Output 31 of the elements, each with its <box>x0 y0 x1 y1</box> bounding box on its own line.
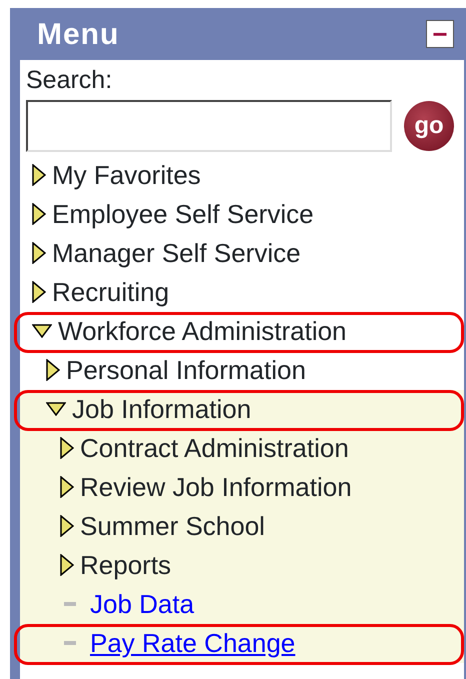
collapsed-triangle-icon[interactable] <box>60 476 74 498</box>
search-label: Search: <box>25 65 112 96</box>
collapsed-triangle-icon[interactable] <box>32 281 46 303</box>
collapse-button[interactable]: − <box>426 20 454 48</box>
collapsed-triangle-icon[interactable] <box>32 164 46 186</box>
menu-link[interactable]: Pay Rate Change <box>90 624 296 662</box>
collapsed-triangle-icon[interactable] <box>60 515 74 537</box>
menu-title: Menu <box>37 16 120 52</box>
collapsed-triangle-icon[interactable] <box>60 554 74 576</box>
menu-folder[interactable]: Recruiting <box>52 272 170 312</box>
menu-link[interactable]: Job Data <box>90 584 194 624</box>
expanded-triangle-icon[interactable] <box>46 402 66 416</box>
menu-folder[interactable]: Review Job Information <box>80 468 352 506</box>
search-field[interactable] <box>26 100 392 152</box>
menu-folder[interactable]: Summer School <box>80 506 265 546</box>
menu-folder[interactable]: Job Information <box>72 390 252 428</box>
menu-folder[interactable]: Contract Administration <box>80 428 349 468</box>
expanded-triangle-icon[interactable] <box>32 324 52 338</box>
collapsed-triangle-icon[interactable] <box>60 437 74 459</box>
collapsed-triangle-icon[interactable] <box>46 359 60 381</box>
collapsed-triangle-icon[interactable] <box>32 203 46 225</box>
dash-icon <box>64 641 76 645</box>
menu-folder[interactable]: Workforce Administration <box>58 312 347 350</box>
menu-folder[interactable]: Employee Self Service <box>52 194 314 234</box>
menu-folder[interactable]: Manager Self Service <box>52 234 301 272</box>
menu-folder[interactable]: Reports <box>80 546 172 584</box>
menu-folder[interactable]: Personal Information <box>66 350 306 390</box>
dash-icon <box>64 602 76 606</box>
menu-folder[interactable]: My Favorites <box>52 156 201 194</box>
collapsed-triangle-icon[interactable] <box>32 242 46 264</box>
go-button[interactable]: go <box>404 100 454 150</box>
